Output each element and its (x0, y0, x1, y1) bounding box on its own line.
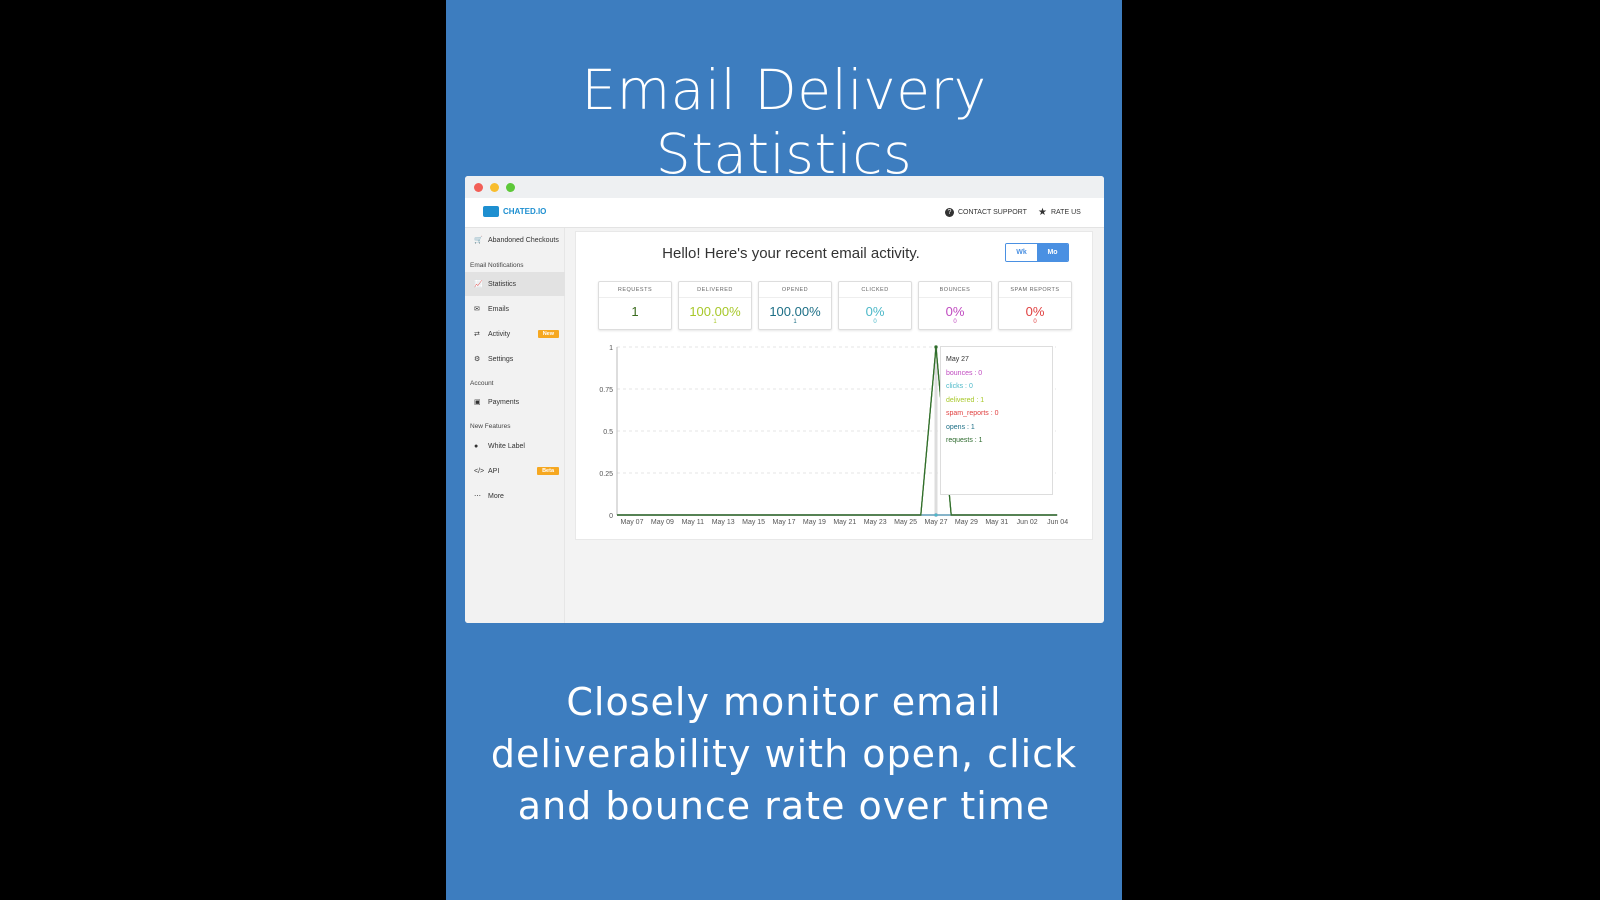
envelope-icon: ✉ (474, 306, 480, 313)
sidebar-item-emails[interactable]: ✉ Emails (465, 297, 565, 321)
sidebar-item-payments[interactable]: ▣ Payments (465, 390, 565, 414)
minimize-button[interactable] (490, 183, 499, 192)
promo-panel: Email Delivery Statistics CHATED.IO ? CON… (446, 0, 1122, 900)
x-tick-label: May 23 (864, 519, 887, 526)
code-icon: </> (474, 467, 485, 475)
sidebar: 🛒 Abandoned Checkouts Email Notifications… (465, 228, 565, 623)
caption: Closely monitor email deliverability wit… (490, 680, 1078, 828)
app-window: CHATED.IO ? CONTACT SUPPORT ★ RATE US 🛒 Aba… (465, 176, 1104, 623)
star-icon: ★ (1038, 207, 1047, 218)
x-tick-label: Jun 02 (1017, 519, 1038, 526)
new-badge: New (537, 330, 559, 338)
y-tick-label: 0.75 (599, 387, 613, 394)
x-tick-label: May 11 (682, 519, 705, 526)
sidebar-item-activity[interactable]: ⇄ Activity New (465, 322, 565, 346)
tooltip-row: requests : 1 (946, 437, 983, 444)
y-tick-label: 0.25 (599, 471, 613, 478)
rate-us-link[interactable]: ★ RATE US (1038, 207, 1081, 218)
sidebar-item-more[interactable]: ⋯ More (465, 484, 565, 508)
y-tick-label: 0.5 (603, 429, 613, 436)
section-new-features: New Features (470, 423, 511, 430)
title-bar (465, 176, 1104, 198)
ellipsis-icon: ⋯ (474, 493, 481, 500)
x-tick-label: May 17 (773, 519, 796, 526)
section-account: Account (470, 380, 494, 387)
tooltip-row: spam_reports : 0 (946, 410, 999, 417)
x-tick-label: May 21 (833, 519, 856, 526)
sidebar-item-api[interactable]: </> API Beta (465, 459, 565, 483)
tooltip-row: bounces : 0 (946, 369, 983, 377)
question-icon: ? (945, 208, 954, 217)
tooltip-row: clicks : 0 (946, 383, 973, 390)
x-tick-label: May 13 (712, 519, 735, 526)
x-tick-label: May 29 (955, 519, 978, 526)
sidebar-item-abandoned-checkouts[interactable]: 🛒 Abandoned Checkouts (465, 228, 565, 252)
sidebar-item-statistics[interactable]: 📈 Statistics (465, 272, 565, 296)
sidebar-item-settings[interactable]: ⚙ Settings (465, 347, 565, 371)
globe-icon: ● (474, 442, 479, 450)
x-tick-label: May 27 (925, 519, 948, 526)
data-point-requests (934, 345, 938, 349)
chart-tooltip: May 27 bounces : 0 clicks : 0 delivered : … (940, 346, 1053, 495)
sidebar-item-white-label[interactable]: ● White Label (465, 434, 565, 458)
x-tick-label: May 07 (621, 519, 644, 526)
maximize-button[interactable] (506, 183, 515, 192)
chart-icon: 📈 (474, 281, 483, 288)
x-tick-label: May 15 (742, 519, 765, 526)
headline: Email Delivery Statistics (581, 58, 987, 186)
y-tick-label: 1 (609, 345, 613, 352)
section-email-notifications: Email Notifications (470, 262, 524, 269)
close-button[interactable] (474, 183, 483, 192)
beta-badge: Beta (537, 467, 559, 475)
money-icon: ▣ (474, 399, 481, 406)
cart-icon: 🛒 (474, 237, 483, 244)
tooltip-row: opens : 1 (946, 423, 975, 431)
arrows-icon: ⇄ (474, 331, 480, 338)
x-tick-label: May 31 (985, 519, 1008, 526)
stats-panel: Hello! Here's your recent email activity… (575, 231, 1093, 540)
chat-logo-icon (483, 206, 499, 217)
tooltip-row: delivered : 1 (946, 396, 985, 404)
gear-icon: ⚙ (474, 356, 481, 363)
y-tick-label: 0 (609, 513, 613, 520)
tooltip-date: May 27 (946, 356, 969, 363)
x-tick-label: May 19 (803, 519, 826, 526)
logo[interactable]: CHATED.IO (483, 206, 546, 217)
x-tick-label: May 09 (651, 519, 674, 526)
x-tick-label: Jun 04 (1047, 519, 1068, 526)
x-tick-label: May 25 (894, 519, 917, 526)
app-header: CHATED.IO ? CONTACT SUPPORT ★ RATE US (465, 198, 1104, 228)
contact-support-link[interactable]: ? CONTACT SUPPORT (945, 208, 1027, 217)
data-point-clicks (934, 513, 938, 517)
